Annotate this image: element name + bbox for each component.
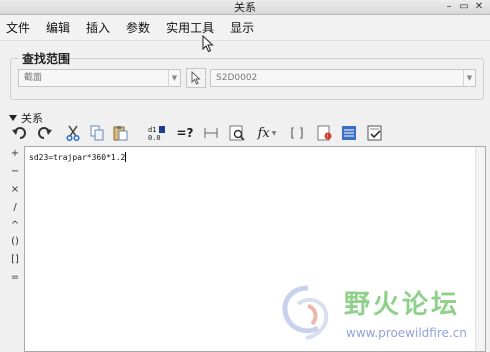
watermark-url: www.proewildfire.cn [346,326,467,340]
function-icon[interactable]: fx ▼ [254,124,280,142]
maximize-icon[interactable]: ▭ [459,1,469,13]
svg-text:0.0: 0.0 [148,134,161,141]
operator-brackets[interactable]: [] [6,254,24,265]
menu-insert[interactable]: 插入 [86,19,110,36]
scope-object-value: S2D0002 [216,73,258,83]
operator-divide[interactable]: / [6,202,24,213]
relations-editor-content: sd23=trajpar*360*1.2 [29,152,127,162]
menu-parameters[interactable]: 参数 [126,19,150,36]
switch-dims-icon[interactable]: d1 0.0 [148,124,166,142]
chevron-down-icon: ▼ [463,70,475,86]
menu-edit[interactable]: 编辑 [46,19,70,36]
relations-toolbar: d1 0.0 =? fx ▼ [ ] ! [10,124,390,144]
window-controls: – ▭ ✕ [444,1,484,13]
operator-minus[interactable]: − [6,166,24,177]
operator-multiply[interactable]: × [6,184,24,195]
watermark: 野火论坛 www.proewildfire.cn [278,282,478,348]
search-scope-label: 查找范围 [22,52,71,66]
title-bar: 关系 – ▭ ✕ [0,0,490,15]
params-icon[interactable]: ! [316,124,334,142]
scope-type-select[interactable]: 截面 ▼ [18,69,181,87]
menu-display[interactable]: 显示 [230,19,254,36]
chevron-down-icon: ▼ [168,70,180,86]
operator-plus[interactable]: + [6,148,24,159]
brackets-icon[interactable]: [ ] [288,124,306,142]
operator-equals[interactable]: = [6,272,24,283]
sort-icon[interactable] [340,124,358,142]
collapse-triangle-icon [9,115,17,121]
verify-list-icon[interactable] [366,124,384,142]
menu-bar: 文件 编辑 插入 参数 实用工具 显示 [0,15,490,41]
mouse-cursor-icon [202,35,214,53]
verify-icon[interactable] [228,124,246,142]
arrow-pointer-icon [191,71,201,85]
scope-type-value: 截面 [24,73,43,83]
select-object-button[interactable] [186,68,206,88]
text-caret [125,152,127,162]
watermark-text: 野火论坛 [344,290,461,320]
paste-icon[interactable] [112,124,130,142]
menu-file[interactable]: 文件 [6,19,30,36]
operator-power[interactable]: ^ [6,220,24,231]
close-icon[interactable]: ✕ [474,1,484,13]
svg-text:!: ! [326,134,328,140]
operator-parens[interactable]: () [6,236,24,247]
svg-text:d1: d1 [148,126,156,134]
evaluate-icon[interactable]: =? [176,124,194,142]
menu-utilities[interactable]: 实用工具 [166,19,214,36]
redo-icon[interactable] [36,124,54,142]
undo-icon[interactable] [10,124,28,142]
minimize-icon[interactable]: – [444,1,454,13]
watermark-logo-icon [282,285,329,340]
cut-icon[interactable] [64,124,82,142]
dimension-icon[interactable] [202,124,220,142]
window-title: 关系 [234,1,256,14]
copy-icon[interactable] [88,124,106,142]
relation-line: sd23=trajpar*360*1.2 [29,153,126,162]
scope-object-select[interactable]: S2D0002 ▼ [210,69,476,87]
